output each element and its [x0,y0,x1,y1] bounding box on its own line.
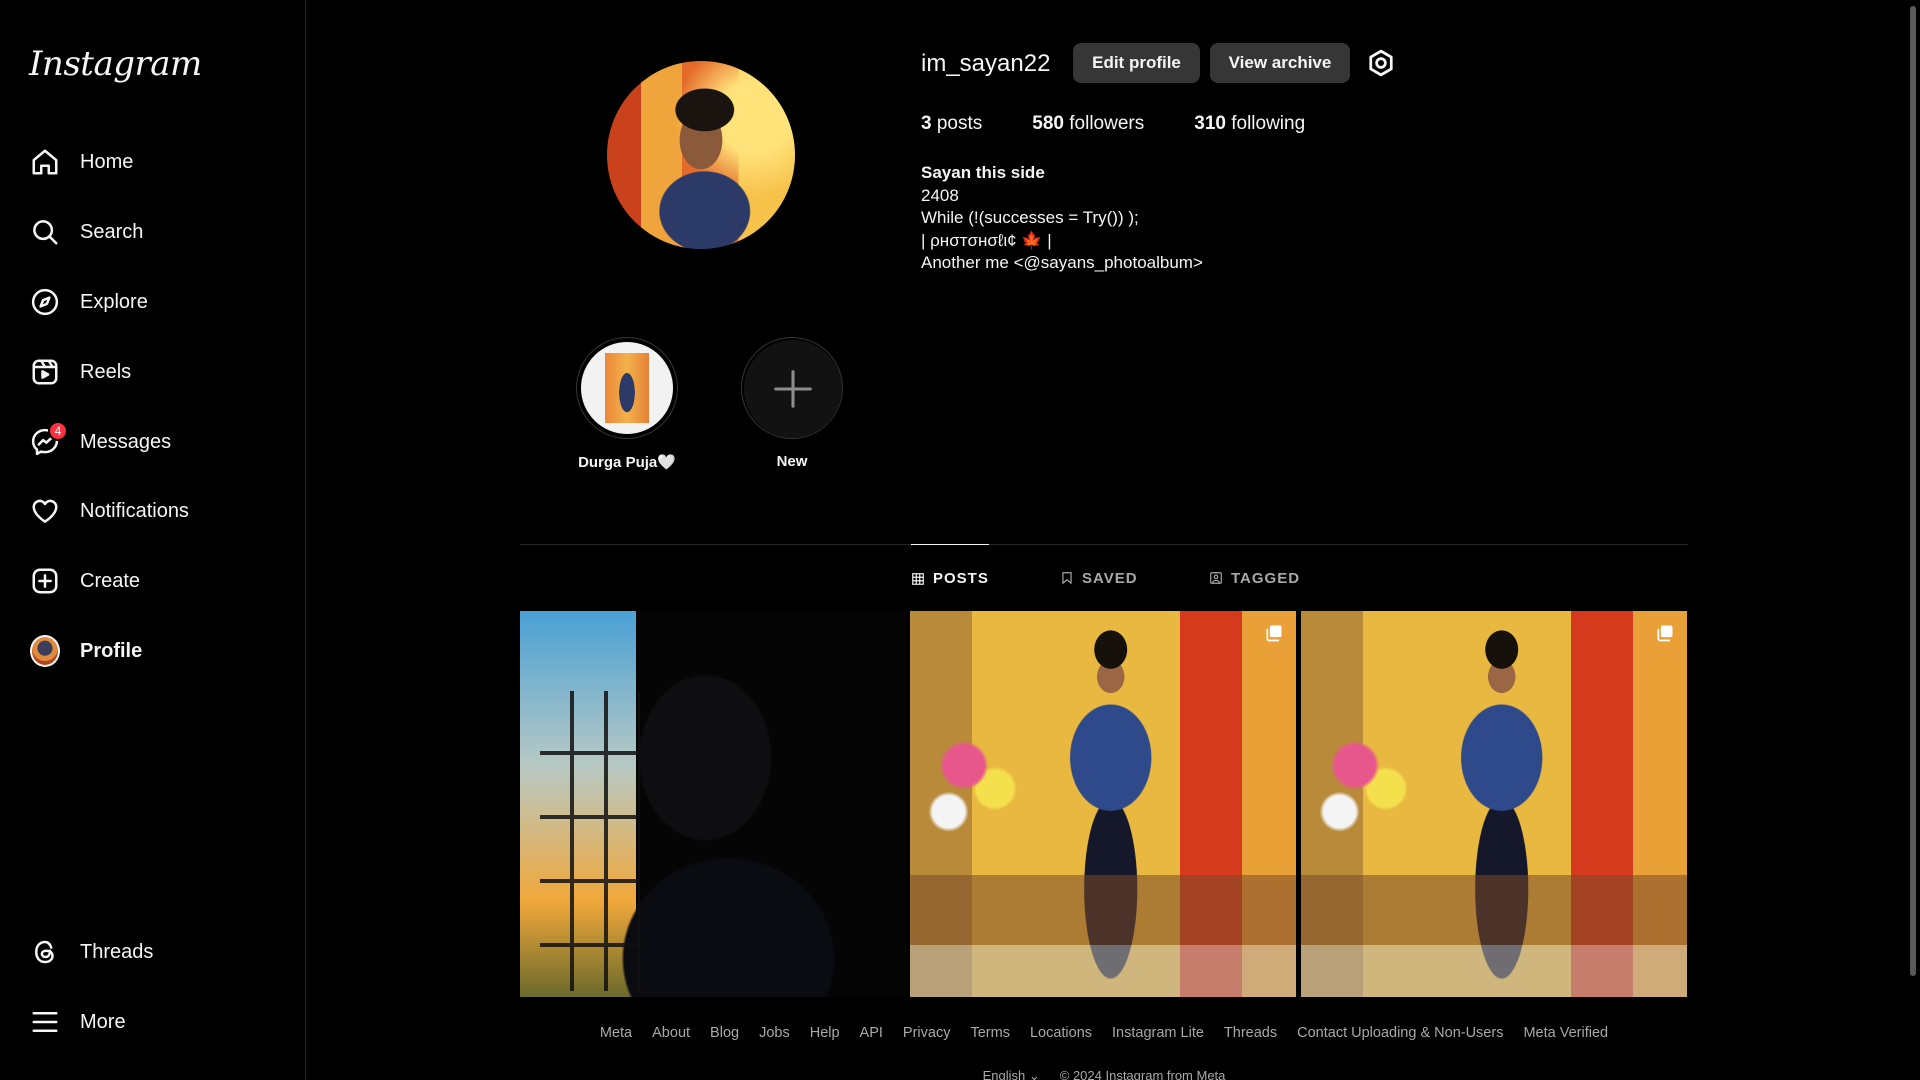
language-selector[interactable]: English ⌄ [983,1068,1040,1080]
footer-link[interactable]: About [652,1025,690,1041]
sidebar-item-create[interactable]: Create [16,553,290,609]
profile-bio: Sayan this side 2408 While (!(successes … [921,162,1203,275]
highlight-cover [581,342,673,434]
messenger-icon: 4 [30,421,68,457]
bio-line: Another me <@sayans_photoalbum> [921,253,1203,272]
threads-icon [30,937,60,967]
tab-label: SAVED [1082,569,1138,587]
reels-icon [30,357,60,387]
sidebar-item-label: Home [80,150,134,173]
sidebar-item-notifications[interactable]: Notifications [16,483,290,539]
tagged-icon [1210,572,1222,584]
footer-link[interactable]: Blog [710,1025,739,1041]
carousel-icon [1264,623,1284,643]
home-icon [30,147,60,177]
bookmark-icon [1062,572,1072,584]
copyright: © 2024 Instagram from Meta [1059,1068,1226,1080]
sidebar-item-messages[interactable]: 4 Messages [16,414,290,470]
posts-count: 3 [921,113,932,134]
footer-meta: English ⌄ © 2024 Instagram from Meta [520,1068,1688,1080]
tab-tagged[interactable]: TAGGED [1209,544,1300,612]
bio-line: While (!(successes = Try()) ); [921,208,1139,227]
avatar [30,635,60,667]
plus-square-icon [30,566,60,596]
posts-label: posts [936,113,983,134]
footer-link[interactable]: Help [810,1025,840,1041]
hamburger-icon [30,1007,60,1037]
sidebar-item-label: Profile [80,639,143,662]
sidebar-item-search[interactable]: Search [16,204,290,260]
gear-icon[interactable] [1366,48,1396,78]
post-thumbnail[interactable] [910,611,1296,997]
highlight-ring[interactable] [576,337,678,439]
profile-username: im_sayan22 [921,50,1051,77]
sidebar-item-label: Create [80,569,141,592]
sidebar: Instagram Home Search Explore Reels 4 Me… [0,0,306,1080]
post-floor [1301,823,1687,997]
profile-display-name: Sayan this side [921,163,1045,182]
tab-label: TAGGED [1231,569,1301,587]
profile-avatar[interactable] [607,61,795,249]
footer-link[interactable]: Threads [1224,1025,1277,1041]
following-label: following [1231,113,1306,134]
followers-stat[interactable]: 580 followers [1032,113,1144,135]
compass-icon [30,287,60,317]
window-bars [540,691,640,991]
page-scrollbar[interactable] [1906,0,1920,1080]
heart-icon [30,496,60,526]
post-thumbnail[interactable] [520,611,906,997]
footer-link[interactable]: API [860,1025,883,1041]
highlight-new[interactable]: New [740,337,844,470]
footer-link[interactable]: Terms [970,1025,1009,1041]
followers-label: followers [1069,113,1145,134]
scrollbar-thumb[interactable] [1910,6,1916,976]
post-thumbnail[interactable] [1301,611,1687,997]
sidebar-item-label: Messages [80,430,172,453]
highlight-ring[interactable] [741,337,843,439]
posts-stat: 3 posts [921,113,982,135]
instagram-logo[interactable]: Instagram [29,44,202,84]
sidebar-item-label: Threads [80,940,154,963]
profile-stats: 3 posts 580 followers 310 following [921,113,1355,135]
plus-icon [744,340,842,438]
view-archive-button[interactable]: View archive [1210,43,1350,83]
followers-count: 580 [1032,113,1064,134]
grid-icon [912,572,924,585]
sidebar-item-label: More [80,1010,126,1033]
footer-link[interactable]: Contact Uploading & Non-Users [1297,1025,1503,1041]
carousel-icon [1655,623,1675,643]
sidebar-item-profile[interactable]: Profile [16,623,290,679]
footer-link[interactable]: Jobs [759,1025,790,1041]
sidebar-item-reels[interactable]: Reels [16,344,290,400]
footer-link[interactable]: Privacy [903,1025,951,1041]
following-count: 310 [1194,113,1226,134]
bio-line: | ρнσтσнσℓι¢ 🍁 | [921,230,1052,250]
sidebar-item-label: Explore [80,290,148,313]
search-icon [30,217,60,247]
footer-link[interactable]: Meta [600,1025,632,1041]
unread-badge: 4 [48,421,68,441]
highlight-durga-puja[interactable]: Durga Puja🤍 [575,337,679,471]
bio-line: 2408 [921,185,959,205]
sidebar-item-explore[interactable]: Explore [16,274,290,330]
sidebar-item-more[interactable]: More [16,994,290,1050]
footer-link[interactable]: Locations [1030,1025,1092,1041]
footer-link[interactable]: Instagram Lite [1112,1025,1204,1041]
sidebar-item-threads[interactable]: Threads [16,924,290,980]
footer-link[interactable]: Meta Verified [1523,1025,1608,1041]
highlight-label: New [776,453,808,470]
sidebar-item-label: Reels [80,360,132,383]
following-stat[interactable]: 310 following [1194,113,1305,135]
post-floor [910,823,1296,997]
tab-posts[interactable]: POSTS [911,544,989,612]
tab-saved[interactable]: SAVED [1060,544,1138,612]
highlight-label: Durga Puja🤍 [578,454,676,471]
sidebar-item-label: Search [80,220,144,243]
sidebar-item-home[interactable]: Home [16,134,290,190]
edit-profile-button[interactable]: Edit profile [1073,43,1200,83]
footer-links: Meta About Blog Jobs Help API Privacy Te… [520,1025,1688,1041]
sidebar-item-label: Notifications [80,499,189,522]
tab-label: POSTS [933,570,989,587]
